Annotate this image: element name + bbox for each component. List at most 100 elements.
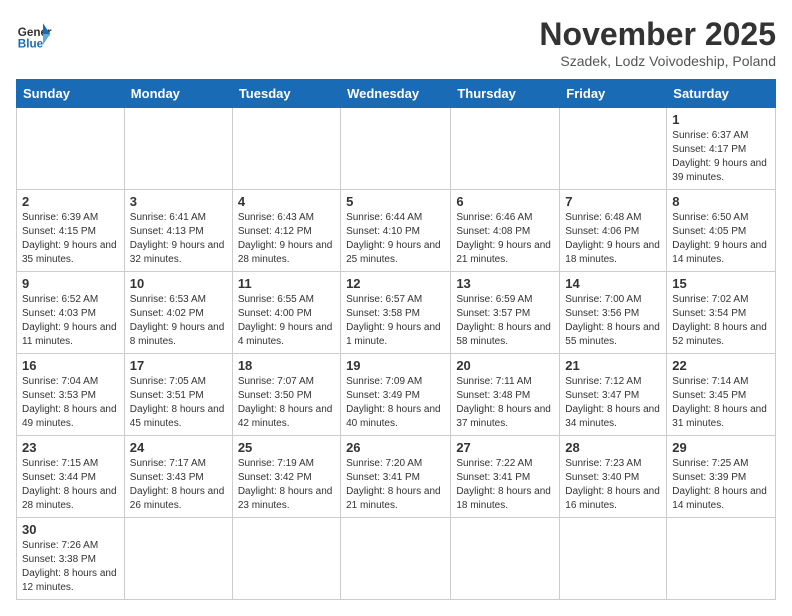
day-number: 30 (22, 522, 119, 537)
day-number: 19 (346, 358, 445, 373)
day-number: 2 (22, 194, 119, 209)
calendar-cell (560, 518, 667, 600)
calendar-cell: 15 Sunrise: 7:02 AM Sunset: 3:54 PM Dayli… (667, 272, 776, 354)
calendar-cell: 12 Sunrise: 6:57 AM Sunset: 3:58 PM Dayli… (341, 272, 451, 354)
calendar-cell: 16 Sunrise: 7:04 AM Sunset: 3:53 PM Dayli… (17, 354, 125, 436)
day-info: Sunrise: 6:46 AM Sunset: 4:08 PM Dayligh… (456, 211, 554, 267)
day-info: Sunrise: 6:48 AM Sunset: 4:06 PM Dayligh… (565, 211, 661, 267)
calendar-cell (232, 518, 340, 600)
weekday-header-wednesday: Wednesday (341, 80, 451, 108)
day-number: 20 (456, 358, 554, 373)
calendar-cell (341, 518, 451, 600)
svg-text:Blue: Blue (18, 38, 44, 51)
calendar-cell: 1Sunrise: 6:37 AM Sunset: 4:17 PM Daylig… (667, 108, 776, 190)
day-info: Sunrise: 7:19 AM Sunset: 3:42 PM Dayligh… (238, 457, 335, 513)
day-info: Sunrise: 6:39 AM Sunset: 4:15 PM Dayligh… (22, 211, 119, 267)
day-info: Sunrise: 6:43 AM Sunset: 4:12 PM Dayligh… (238, 211, 335, 267)
calendar-cell (124, 108, 232, 190)
weekday-header-tuesday: Tuesday (232, 80, 340, 108)
day-info: Sunrise: 7:25 AM Sunset: 3:39 PM Dayligh… (672, 457, 770, 513)
calendar-cell: 10Sunrise: 6:53 AM Sunset: 4:02 PM Dayli… (124, 272, 232, 354)
day-number: 6 (456, 194, 554, 209)
day-number: 17 (130, 358, 227, 373)
day-info: Sunrise: 7:12 AM Sunset: 3:47 PM Dayligh… (565, 375, 661, 431)
day-number: 26 (346, 440, 445, 455)
day-info: Sunrise: 6:41 AM Sunset: 4:13 PM Dayligh… (130, 211, 227, 267)
day-info: Sunrise: 7:05 AM Sunset: 3:51 PM Dayligh… (130, 375, 227, 431)
day-number: 25 (238, 440, 335, 455)
calendar-cell: 9Sunrise: 6:52 AM Sunset: 4:03 PM Daylig… (17, 272, 125, 354)
calendar-cell (451, 518, 560, 600)
day-info: Sunrise: 7:11 AM Sunset: 3:48 PM Dayligh… (456, 375, 554, 431)
day-number: 11 (238, 276, 335, 291)
calendar-cell: 4 Sunrise: 6:43 AM Sunset: 4:12 PM Daylig… (232, 190, 340, 272)
day-number: 16 (22, 358, 119, 373)
day-number: 27 (456, 440, 554, 455)
day-number: 13 (456, 276, 554, 291)
day-info: Sunrise: 6:37 AM Sunset: 4:17 PM Dayligh… (672, 129, 770, 185)
calendar-cell (341, 108, 451, 190)
page-header: General Blue November 2025 Szadek, Lodz … (16, 16, 776, 69)
week-row-2: 2 Sunrise: 6:39 AM Sunset: 4:15 PM Daylig… (17, 190, 776, 272)
day-info: Sunrise: 7:17 AM Sunset: 3:43 PM Dayligh… (130, 457, 227, 513)
calendar-cell: 7 Sunrise: 6:48 AM Sunset: 4:06 PM Daylig… (560, 190, 667, 272)
day-info: Sunrise: 6:55 AM Sunset: 4:00 PM Dayligh… (238, 293, 335, 349)
calendar-cell (667, 518, 776, 600)
day-number: 21 (565, 358, 661, 373)
day-number: 29 (672, 440, 770, 455)
calendar-cell: 19 Sunrise: 7:09 AM Sunset: 3:49 PM Dayli… (341, 354, 451, 436)
day-info: Sunrise: 7:15 AM Sunset: 3:44 PM Dayligh… (22, 457, 119, 513)
location-subtitle: Szadek, Lodz Voivodeship, Poland (539, 53, 776, 69)
calendar-cell: 2 Sunrise: 6:39 AM Sunset: 4:15 PM Daylig… (17, 190, 125, 272)
weekday-header-monday: Monday (124, 80, 232, 108)
day-info: Sunrise: 6:50 AM Sunset: 4:05 PM Dayligh… (672, 211, 770, 267)
calendar-table: SundayMondayTuesdayWednesdayThursdayFrid… (16, 79, 776, 600)
week-row-6: 30Sunrise: 7:26 AM Sunset: 3:38 PM Dayli… (17, 518, 776, 600)
weekday-header-friday: Friday (560, 80, 667, 108)
calendar-cell: 11 Sunrise: 6:55 AM Sunset: 4:00 PM Dayli… (232, 272, 340, 354)
weekday-header-saturday: Saturday (667, 80, 776, 108)
calendar-cell: 13 Sunrise: 6:59 AM Sunset: 3:57 PM Dayli… (451, 272, 560, 354)
month-title: November 2025 (539, 16, 776, 53)
calendar-cell: 3 Sunrise: 6:41 AM Sunset: 4:13 PM Daylig… (124, 190, 232, 272)
day-info: Sunrise: 7:07 AM Sunset: 3:50 PM Dayligh… (238, 375, 335, 431)
day-info: Sunrise: 7:00 AM Sunset: 3:56 PM Dayligh… (565, 293, 661, 349)
calendar-cell (560, 108, 667, 190)
calendar-cell: 30Sunrise: 7:26 AM Sunset: 3:38 PM Dayli… (17, 518, 125, 600)
day-number: 4 (238, 194, 335, 209)
calendar-cell: 24Sunrise: 7:17 AM Sunset: 3:43 PM Dayli… (124, 436, 232, 518)
day-number: 22 (672, 358, 770, 373)
calendar-cell: 29 Sunrise: 7:25 AM Sunset: 3:39 PM Dayli… (667, 436, 776, 518)
calendar-cell (124, 518, 232, 600)
day-number: 9 (22, 276, 119, 291)
weekday-header-thursday: Thursday (451, 80, 560, 108)
day-number: 3 (130, 194, 227, 209)
day-info: Sunrise: 7:23 AM Sunset: 3:40 PM Dayligh… (565, 457, 661, 513)
calendar-cell: 18Sunrise: 7:07 AM Sunset: 3:50 PM Dayli… (232, 354, 340, 436)
calendar-cell: 14Sunrise: 7:00 AM Sunset: 3:56 PM Dayli… (560, 272, 667, 354)
week-row-4: 16 Sunrise: 7:04 AM Sunset: 3:53 PM Dayli… (17, 354, 776, 436)
day-info: Sunrise: 7:09 AM Sunset: 3:49 PM Dayligh… (346, 375, 445, 431)
day-number: 5 (346, 194, 445, 209)
day-number: 8 (672, 194, 770, 209)
day-number: 15 (672, 276, 770, 291)
calendar-cell: 21 Sunrise: 7:12 AM Sunset: 3:47 PM Dayli… (560, 354, 667, 436)
calendar-cell: 6 Sunrise: 6:46 AM Sunset: 4:08 PM Daylig… (451, 190, 560, 272)
day-number: 7 (565, 194, 661, 209)
calendar-cell: 25 Sunrise: 7:19 AM Sunset: 3:42 PM Dayli… (232, 436, 340, 518)
calendar-cell: 17 Sunrise: 7:05 AM Sunset: 3:51 PM Dayli… (124, 354, 232, 436)
weekday-header-sunday: Sunday (17, 80, 125, 108)
day-info: Sunrise: 6:44 AM Sunset: 4:10 PM Dayligh… (346, 211, 445, 267)
day-info: Sunrise: 6:57 AM Sunset: 3:58 PM Dayligh… (346, 293, 445, 349)
calendar-cell: 28 Sunrise: 7:23 AM Sunset: 3:40 PM Dayli… (560, 436, 667, 518)
logo: General Blue (16, 16, 52, 52)
day-info: Sunrise: 7:22 AM Sunset: 3:41 PM Dayligh… (456, 457, 554, 513)
day-number: 23 (22, 440, 119, 455)
day-number: 28 (565, 440, 661, 455)
day-info: Sunrise: 7:04 AM Sunset: 3:53 PM Dayligh… (22, 375, 119, 431)
day-info: Sunrise: 6:59 AM Sunset: 3:57 PM Dayligh… (456, 293, 554, 349)
day-number: 12 (346, 276, 445, 291)
week-row-5: 23 Sunrise: 7:15 AM Sunset: 3:44 PM Dayli… (17, 436, 776, 518)
day-number: 10 (130, 276, 227, 291)
day-info: Sunrise: 7:02 AM Sunset: 3:54 PM Dayligh… (672, 293, 770, 349)
